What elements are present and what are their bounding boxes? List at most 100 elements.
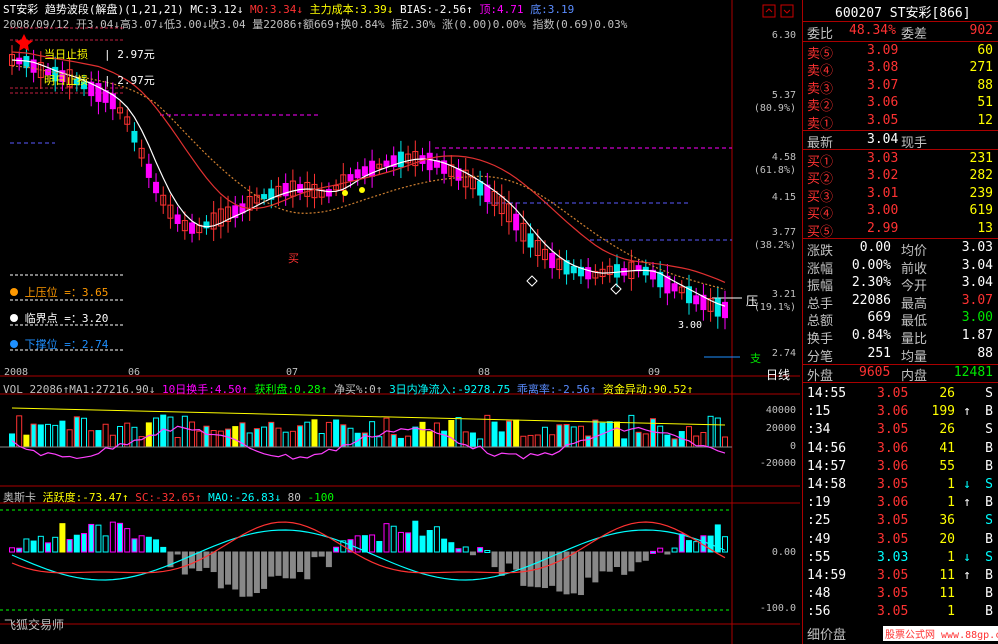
volume-bar (333, 419, 340, 448)
vol-bias: 乖离率:-2.56↑ (516, 383, 597, 396)
osc-bar (527, 551, 534, 587)
volume-bar (153, 417, 160, 448)
trade-price: 3.06 (877, 404, 909, 420)
osc-mao: MAO:-26.83↓ (208, 491, 281, 504)
osc-bar (469, 551, 476, 556)
signal-dot (359, 187, 365, 193)
candle-body (613, 264, 620, 278)
trade-arrow-icon: ↓ (963, 549, 971, 565)
stat-row: 涨跌 0.00 均价 3.03 (803, 240, 998, 259)
diamond-marker (526, 275, 538, 287)
trade-price: 3.06 (877, 495, 909, 511)
trade-volume: 26 (939, 422, 955, 438)
osc-bar (289, 551, 296, 579)
buy-level-row: 买④ 3.00 619 (803, 203, 998, 222)
osc-bar (498, 551, 505, 576)
osc-bar (131, 538, 138, 553)
osc-header: 奥斯卡 活跃度:-73.47↑ SC:-32.65↑ MAO:-26.83↓ 8… (3, 489, 334, 505)
osc-bar (635, 551, 642, 563)
osc-bar (225, 551, 232, 585)
vol-tick: 0 (789, 441, 796, 452)
weicha-value: 902 (969, 23, 993, 38)
trade-time: 14:57 (807, 458, 847, 474)
trade-time: :15 (807, 404, 831, 420)
stat-row: 振幅 2.30% 今开 3.04 (803, 275, 998, 294)
trade-side: S (985, 386, 993, 401)
stat-value: 88 (977, 345, 993, 361)
volume-bar (606, 421, 613, 448)
osc-bar (145, 536, 152, 553)
price-tick: 2.74 (771, 348, 796, 359)
volume-bar (311, 419, 318, 448)
volume-bar (563, 424, 570, 448)
volume-bar (203, 425, 210, 448)
volume-bar (282, 431, 289, 448)
volume-bar (657, 425, 664, 448)
candle-body (549, 252, 556, 269)
trade-price: 3.05 (877, 568, 909, 583)
inner-value: 12481 (953, 365, 993, 380)
osc-bar (570, 551, 577, 594)
volume-bar (102, 423, 109, 448)
vol-inflow: 3日内净流入:-9278.75 (389, 383, 511, 396)
volume-bar (613, 421, 620, 448)
osc-bar (505, 551, 512, 564)
volume-bar (541, 426, 548, 448)
kline-chart-area[interactable]: ST安彩 趋势波段(解盘)(1,21,21) MC:3.12↓ MO:3.34↓… (0, 0, 800, 644)
month-label: 09 (648, 367, 661, 378)
volume-bar (253, 428, 260, 448)
buy-level-volume: 13 (977, 220, 993, 236)
tomorrow-stop-label: 明日止损 (44, 74, 88, 87)
pressure-value: =：3.65 (64, 286, 109, 299)
stat-label: 换手 (807, 332, 834, 347)
price-tick: 5.37 (771, 90, 796, 101)
volume-bar (469, 432, 476, 448)
volume-bar (664, 434, 671, 448)
volume-bar (45, 423, 52, 448)
volume-bar (318, 433, 325, 448)
buy-signal-label: 买 (288, 252, 299, 265)
osc-bar (678, 533, 685, 553)
volume-bar (448, 419, 455, 448)
trade-price: 3.05 (877, 477, 909, 492)
candle-body (153, 181, 160, 194)
sell-level-volume: 12 (977, 112, 993, 128)
tick-trade-row: 14:55 3.05 26 S (803, 386, 998, 403)
osc-bar (664, 551, 671, 555)
trade-price: 3.06 (877, 440, 909, 456)
volume-bar (167, 416, 174, 448)
osc-bar (657, 547, 664, 553)
osc-bar (304, 551, 311, 580)
month-label: 2008 (4, 367, 29, 378)
volume-bar (88, 430, 95, 448)
osc-bar (246, 551, 253, 597)
trade-price: 3.03 (877, 549, 909, 565)
period-label[interactable]: 日线 (766, 366, 790, 383)
osc-bar (297, 551, 304, 573)
sell-level-label: 卖④ (807, 64, 834, 80)
volume-bar (722, 436, 728, 448)
volume-bar (369, 421, 376, 448)
vol-turnover: 10日换手:4.50↑ (161, 383, 248, 396)
osc-bar (45, 542, 52, 553)
tick-trade-row: :55 3.03 1 ↓ S (803, 550, 998, 567)
volume-bar (397, 437, 404, 448)
outer-inner-row: 外盘 9605 内盘 12481 (803, 365, 998, 384)
stat-value: 22086 (851, 292, 891, 308)
price-tick: (80.9%) (753, 103, 796, 114)
osc-bar (693, 541, 700, 553)
buy-level-label: 买⑤ (807, 224, 834, 240)
volume-bar (30, 423, 37, 448)
osc-bar (412, 520, 419, 553)
osc-bar (599, 551, 606, 572)
osc-bar (16, 547, 23, 553)
osc-80: 80 (287, 491, 301, 504)
candle-body (397, 151, 404, 168)
volume-bar (405, 435, 412, 448)
osc-bar (491, 551, 498, 568)
trade-time: 14:59 (807, 568, 847, 583)
osc-bar (606, 551, 613, 572)
volume-bar (484, 414, 491, 448)
tick-trade-row: :25 3.05 36 S (803, 513, 998, 530)
buy-level-price: 2.99 (867, 220, 899, 236)
